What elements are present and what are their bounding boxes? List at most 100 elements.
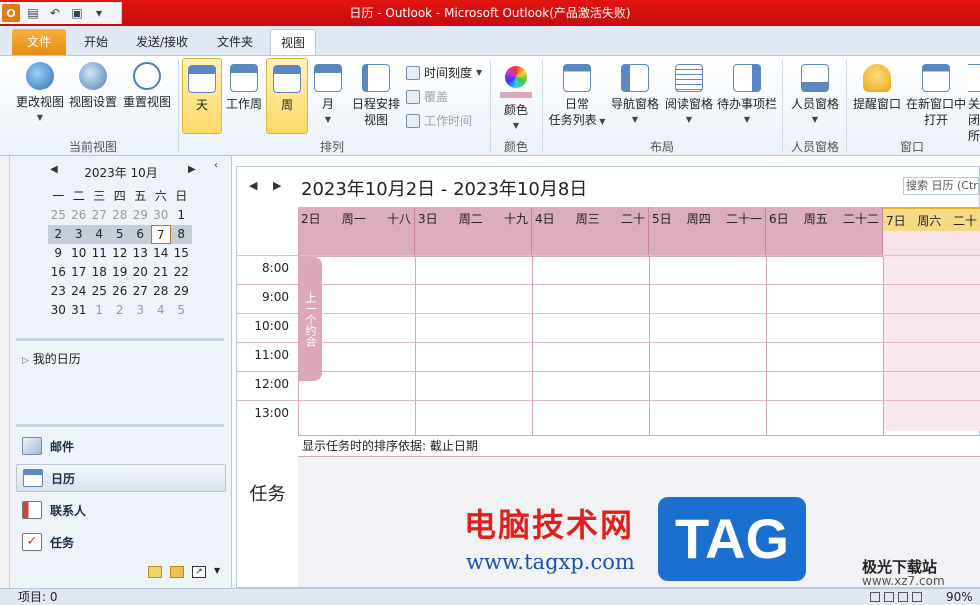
next-month-icon[interactable]: ▶ xyxy=(188,164,196,175)
shortcut-icon[interactable]: ↗ xyxy=(192,566,206,578)
mini-calendar-day[interactable]: 5 xyxy=(171,301,192,320)
mini-calendar-day[interactable]: 11 xyxy=(89,244,110,263)
mini-calendar-day[interactable]: 30 xyxy=(48,301,69,320)
overlay-button[interactable]: 覆盖 xyxy=(406,88,448,105)
mini-calendar-day[interactable]: 2 xyxy=(48,225,69,244)
time-slot-line xyxy=(237,342,980,343)
reading-pane-button[interactable]: 阅读窗格 ▼ xyxy=(662,58,716,128)
day-header[interactable]: 2日 周一 十八 xyxy=(298,207,415,257)
next-week-icon[interactable]: ▶ xyxy=(273,179,281,192)
day-header[interactable]: 6日 周五 二十二 xyxy=(766,207,883,257)
weekday-label: 四 xyxy=(113,189,126,203)
daily-task-list-button[interactable]: 日常 任务列表 ▼ xyxy=(546,58,608,130)
mini-calendar-day[interactable]: 27 xyxy=(130,282,151,301)
calendar-search-input[interactable]: 搜索 日历 (Ctrl+E) xyxy=(903,177,979,195)
work-week-button[interactable]: 工作周 xyxy=(224,58,264,112)
people-pane-button[interactable]: 人员窗格 ▼ xyxy=(788,58,842,128)
day-header-lunar: 二十二 xyxy=(842,211,879,226)
mini-calendar-weeks: 25 26 27 28 29 30 1 2 3 4 5 6 7 8 9 10 11 12 13 14 15 16 17 18 1… xyxy=(48,206,192,320)
mini-calendar-day[interactable]: 28 xyxy=(151,282,172,301)
reset-view-button[interactable]: 重置视图 xyxy=(120,56,174,110)
nav-item-mail[interactable]: 邮件 xyxy=(16,432,226,460)
collapse-pane-icon[interactable]: ‹ xyxy=(214,160,218,171)
mini-calendar-day[interactable]: 16 xyxy=(48,263,69,282)
mini-calendar-day[interactable]: 25 xyxy=(89,282,110,301)
day-view-button[interactable]: 天 xyxy=(182,58,222,134)
day-header[interactable]: 3日 周二 十九 xyxy=(415,207,532,257)
schedule-view-button[interactable]: 日程安排 视图 xyxy=(348,58,404,128)
reading-view-icon[interactable] xyxy=(884,592,894,602)
mini-calendar-day[interactable]: 6 xyxy=(130,225,151,244)
mini-calendar-day[interactable]: 3 xyxy=(69,225,90,244)
normal-view-icon[interactable] xyxy=(870,592,880,602)
mini-calendar-day[interactable]: 20 xyxy=(130,263,151,282)
nav-item-contacts[interactable]: 联系人 xyxy=(16,496,226,524)
notes-icon[interactable] xyxy=(148,566,162,578)
tab-send-receive[interactable]: 发送/接收 xyxy=(126,29,198,55)
mini-calendar-day[interactable]: 1 xyxy=(171,206,192,225)
configure-buttons-icon[interactable]: ▼ xyxy=(214,566,220,578)
mini-calendar-day[interactable]: 25 xyxy=(48,206,69,225)
mini-calendar-day[interactable]: 7 xyxy=(150,225,171,244)
folder-icon[interactable] xyxy=(170,566,184,578)
mini-calendar-day[interactable]: 29 xyxy=(171,282,192,301)
mini-calendar-day[interactable]: 23 xyxy=(48,282,69,301)
mini-calendar-day[interactable]: 13 xyxy=(130,244,151,263)
mini-calendar-day[interactable]: 10 xyxy=(69,244,90,263)
mini-calendar-day[interactable]: 30 xyxy=(151,206,172,225)
my-calendars-group[interactable]: ▷ 我的日历 xyxy=(22,350,81,367)
view-settings-button[interactable]: 视图设置 xyxy=(66,56,120,110)
mini-calendar-day[interactable]: 8 xyxy=(171,225,192,244)
day-header[interactable]: 4日 周三 二十 xyxy=(532,207,649,257)
mini-calendar-day[interactable]: 3 xyxy=(130,301,151,320)
preview-view-icon[interactable] xyxy=(912,592,922,602)
reminder-window-button[interactable]: 提醒窗口 xyxy=(850,58,904,112)
mini-calendar-day[interactable]: 4 xyxy=(89,225,110,244)
mini-calendar-day[interactable]: 4 xyxy=(151,301,172,320)
zoom-level[interactable]: 90% xyxy=(946,589,973,605)
change-view-button[interactable]: 更改视图 ▼ xyxy=(12,56,68,126)
mini-calendar-day[interactable]: 1 xyxy=(89,301,110,320)
nav-item-tasks[interactable]: ✓ 任务 xyxy=(16,528,226,556)
mini-calendar-day[interactable]: 9 xyxy=(48,244,69,263)
close-all-button[interactable]: 关闭所 xyxy=(968,58,980,144)
open-new-window-button[interactable]: 在新窗口中 打开 xyxy=(904,58,968,128)
mini-calendar-day[interactable]: 28 xyxy=(110,206,131,225)
week-view-button[interactable]: 周 xyxy=(266,58,308,134)
mini-calendar-day[interactable]: 19 xyxy=(110,263,131,282)
tab-file[interactable]: 文件 xyxy=(12,29,66,55)
todo-bar-icon xyxy=(733,64,761,92)
prev-week-icon[interactable]: ◀ xyxy=(249,179,257,192)
mini-calendar-day[interactable]: 31 xyxy=(69,301,90,320)
work-time-button[interactable]: 工作时间 xyxy=(406,112,472,129)
mini-calendar-day[interactable]: 24 xyxy=(69,282,90,301)
mini-calendar-day[interactable]: 22 xyxy=(171,263,192,282)
day-header[interactable]: 5日 周四 二十一 xyxy=(649,207,766,257)
tab-view[interactable]: 视图 xyxy=(270,29,316,55)
time-scale-button[interactable]: 时间刻度 ▼ xyxy=(406,64,482,81)
mini-calendar-day[interactable]: 17 xyxy=(69,263,90,282)
tab-home[interactable]: 开始 xyxy=(72,29,120,55)
mini-calendar-day[interactable]: 26 xyxy=(110,282,131,301)
nav-pane-button[interactable]: 导航窗格 ▼ xyxy=(608,58,662,128)
mini-calendar-day[interactable]: 26 xyxy=(69,206,90,225)
mini-calendar-day[interactable]: 18 xyxy=(89,263,110,282)
mini-calendar-day[interactable]: 12 xyxy=(110,244,131,263)
color-button[interactable]: 颜色 ▼ xyxy=(496,58,536,134)
tab-folder[interactable]: 文件夹 xyxy=(204,29,266,55)
todo-bar-button[interactable]: 待办事项栏 ▼ xyxy=(716,58,778,128)
mini-calendar-day[interactable]: 29 xyxy=(130,206,151,225)
mini-calendar-day[interactable]: 27 xyxy=(89,206,110,225)
nav-item-calendar[interactable]: 日历 xyxy=(16,464,226,492)
mini-calendar-day[interactable]: 14 xyxy=(151,244,172,263)
day-header[interactable]: 7日 周六 二十 xyxy=(883,207,980,257)
mini-calendar-day[interactable]: 21 xyxy=(151,263,172,282)
previous-appointment-button[interactable]: 上一个约会 xyxy=(298,257,322,381)
month-view-button[interactable]: 月 ▼ xyxy=(310,58,346,128)
watermark-url: www.tagxp.com xyxy=(466,550,635,574)
group-window-label: 窗口 xyxy=(899,140,924,154)
mini-calendar-day[interactable]: 15 xyxy=(171,244,192,263)
compact-view-icon[interactable] xyxy=(898,592,908,602)
mini-calendar-day[interactable]: 2 xyxy=(110,301,131,320)
mini-calendar-day[interactable]: 5 xyxy=(110,225,131,244)
